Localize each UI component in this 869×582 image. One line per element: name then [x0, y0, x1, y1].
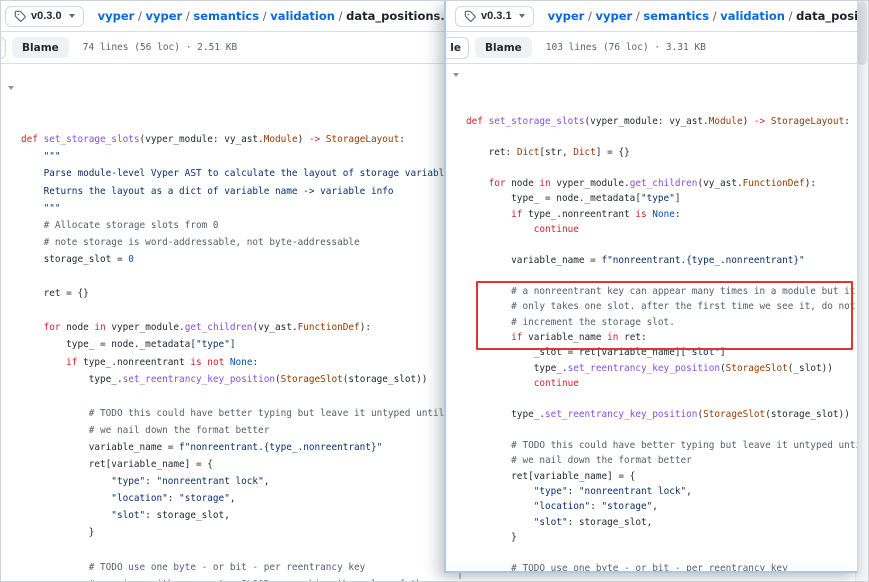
code-line: type_.set_reentrancy_key_position(Storag…: [466, 361, 857, 376]
page-scrollbar-thumb[interactable]: [857, 1, 867, 65]
code-line: ret[variable_name] = {: [466, 469, 857, 484]
ref-selector-label: v0.3.0: [31, 10, 62, 22]
code-line: _slot = ret[variable_name]["slot"]: [466, 345, 857, 360]
tab-blame[interactable]: Blame: [475, 37, 532, 58]
code-line: ret: Dict[str, Dict] = {}: [466, 145, 857, 160]
scrollbar-remnant: [459, 573, 461, 579]
code-line: variable_name = f"nonreentrant.{type_.no…: [466, 253, 857, 268]
code-line: [466, 422, 857, 437]
chevron-down-icon: [519, 14, 525, 18]
breadcrumb-separator: /: [785, 9, 796, 23]
code-block: def set_storage_slots(vyper_module: vy_a…: [446, 64, 857, 573]
breadcrumb-link[interactable]: validation: [270, 9, 335, 23]
code-line: [466, 237, 857, 252]
ref-selector-button[interactable]: v0.3.1: [455, 6, 534, 27]
code-line: [466, 130, 857, 145]
collapse-caret-icon[interactable]: [453, 73, 459, 77]
code-line: if variable_name in ret:: [466, 330, 857, 345]
breadcrumb-separator: /: [259, 9, 270, 23]
screenshot-frame: v0.3.0 vyper / vyper / semantics / valid…: [0, 0, 869, 582]
breadcrumb-filename: data_positions.py: [796, 9, 858, 23]
code-line: "slot": storage_slot,: [466, 515, 857, 530]
code-line: "location": "storage",: [466, 499, 857, 514]
breadcrumb-separator: /: [632, 9, 643, 23]
code-line: [466, 546, 857, 561]
file-view-v0-3-1: v0.3.1 vyper / vyper / semantics / valid…: [444, 1, 858, 573]
code-line: "type": "nonreentrant lock",: [466, 484, 857, 499]
code-line: [466, 268, 857, 283]
code-line: type_ = node._metadata["type"]: [466, 191, 857, 206]
collapse-caret-icon[interactable]: [8, 86, 14, 90]
breadcrumb-separator: /: [182, 9, 193, 23]
file-toolbar: le Blame 103 lines (76 loc) · 3.31 KB: [446, 32, 857, 64]
code-line: if type_.nonreentrant is None:: [466, 207, 857, 222]
code-line: # requires either an extra SLOAD or cach…: [21, 576, 869, 582]
ref-selector-label: v0.3.1: [481, 10, 512, 22]
code-line: continue: [466, 222, 857, 237]
code-line: [466, 160, 857, 175]
code-line: # a nonreentrant key can appear many tim…: [466, 284, 857, 299]
file-header: v0.3.1 vyper / vyper / semantics / valid…: [446, 1, 857, 32]
tab-file[interactable]: le: [446, 37, 469, 59]
breadcrumb-separator: /: [134, 9, 145, 23]
code-line: for node in vyper_module.get_children(vy…: [466, 176, 857, 191]
breadcrumb-link[interactable]: vyper: [595, 9, 632, 23]
chevron-down-icon: [69, 14, 75, 18]
code-line: # TODO this could have better typing but…: [466, 438, 857, 453]
code-line: }: [466, 530, 857, 545]
code-line: continue: [466, 376, 857, 391]
breadcrumb-link[interactable]: semantics: [193, 9, 259, 23]
breadcrumb-link[interactable]: semantics: [643, 9, 709, 23]
code-line: # only takes one slot. after the first t…: [466, 299, 857, 314]
breadcrumb: vyper / vyper / semantics / validation /…: [98, 9, 461, 23]
tag-icon: [14, 10, 26, 22]
breadcrumb-link[interactable]: vyper: [548, 9, 585, 23]
tab-file[interactable]: [1, 37, 6, 59]
code-line: [466, 392, 857, 407]
file-meta: 103 lines (76 loc) · 3.31 KB: [546, 42, 706, 53]
breadcrumb: vyper / vyper / semantics / validation /…: [548, 9, 858, 23]
code-line: type_.set_reentrancy_key_position(Storag…: [466, 407, 857, 422]
code-line: # increment the storage slot.: [466, 315, 857, 330]
tag-icon: [464, 10, 476, 22]
breadcrumb-link[interactable]: vyper: [98, 9, 135, 23]
code-line: # we nail down the format better: [466, 453, 857, 468]
breadcrumb-separator: /: [709, 9, 720, 23]
breadcrumb-link[interactable]: vyper: [145, 9, 182, 23]
tab-blame[interactable]: Blame: [12, 37, 69, 58]
file-meta: 74 lines (56 loc) · 2.51 KB: [83, 42, 237, 53]
breadcrumb-link[interactable]: validation: [720, 9, 785, 23]
code-line: def set_storage_slots(vyper_module: vy_a…: [466, 114, 857, 129]
ref-selector-button[interactable]: v0.3.0: [5, 6, 84, 27]
breadcrumb-separator: /: [335, 9, 346, 23]
breadcrumb-separator: /: [584, 9, 595, 23]
code-line: # TODO use one byte - or bit - per reent…: [466, 561, 857, 573]
